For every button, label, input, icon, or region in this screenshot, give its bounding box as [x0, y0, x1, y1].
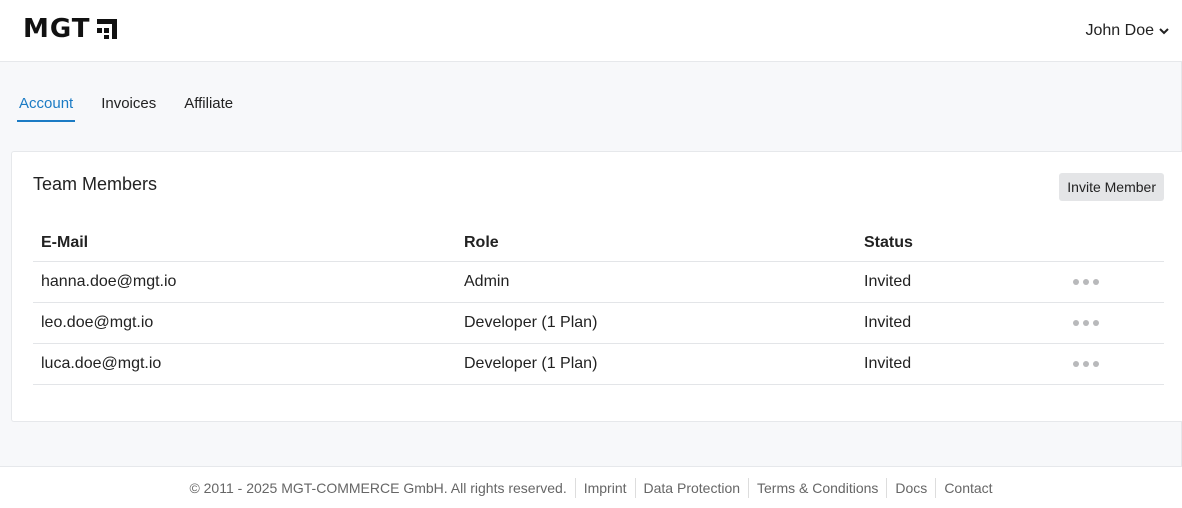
- footer-link-data-protection[interactable]: Data Protection: [644, 480, 741, 496]
- cell-status: Invited: [864, 314, 912, 331]
- logo-text: MGT: [23, 14, 91, 44]
- footer-divider: [574, 477, 576, 498]
- column-header-status[interactable]: Status: [864, 234, 1064, 252]
- cell-status: Invited: [864, 355, 912, 372]
- tab-affiliate[interactable]: Affiliate: [182, 88, 235, 122]
- footer-link-docs[interactable]: Docs: [895, 480, 927, 496]
- team-table: E-Mail Role Status hanna.doe@mgt.io Admi…: [33, 224, 1164, 385]
- table-header-row: E-Mail Role Status: [33, 224, 1164, 262]
- chevron-down-icon: [1159, 28, 1169, 35]
- footer-divider: [748, 477, 750, 498]
- invite-member-button[interactable]: Invite Member: [1059, 173, 1164, 201]
- more-options-icon[interactable]: [1073, 361, 1099, 367]
- table-row: hanna.doe@mgt.io Admin Invited: [33, 262, 1164, 303]
- cell-status: Invited: [864, 273, 912, 290]
- account-tabs: Account Invoices Affiliate: [17, 88, 259, 122]
- table-row: leo.doe@mgt.io Developer (1 Plan) Invite…: [33, 303, 1164, 344]
- footer-divider: [935, 477, 937, 498]
- user-name: John Doe: [1085, 22, 1155, 39]
- cell-role: Admin: [464, 273, 510, 290]
- footer-link-imprint[interactable]: Imprint: [584, 480, 627, 496]
- page-footer: © 2011 - 2025 MGT-COMMERCE GmbH. All rig…: [0, 466, 1182, 508]
- column-header-email[interactable]: E-Mail: [33, 234, 464, 252]
- footer-link-terms[interactable]: Terms & Conditions: [757, 480, 878, 496]
- copyright-text: © 2011 - 2025 MGT-COMMERCE GmbH. All rig…: [189, 479, 567, 496]
- tab-invoices[interactable]: Invoices: [99, 88, 158, 122]
- footer-divider: [634, 477, 636, 498]
- logo-mark-icon: [96, 19, 117, 39]
- mgt-logo[interactable]: MGT: [23, 16, 119, 42]
- cell-role: Developer (1 Plan): [464, 314, 598, 331]
- tab-account[interactable]: Account: [17, 88, 76, 122]
- footer-link-contact[interactable]: Contact: [944, 480, 992, 496]
- team-members-card: Team Members Invite Member E-Mail Role S…: [11, 151, 1182, 422]
- column-header-role[interactable]: Role: [464, 234, 864, 252]
- cell-actions: [1064, 361, 1164, 367]
- cell-actions: [1064, 279, 1164, 285]
- table-row: luca.doe@mgt.io Developer (1 Plan) Invit…: [33, 344, 1164, 385]
- more-options-icon[interactable]: [1073, 279, 1099, 285]
- more-options-icon[interactable]: [1073, 320, 1099, 326]
- cell-email: luca.doe@mgt.io: [41, 355, 162, 372]
- top-header: MGT John Doe: [0, 0, 1182, 62]
- cell-email: hanna.doe@mgt.io: [41, 273, 177, 290]
- cell-actions: [1064, 320, 1164, 326]
- footer-divider: [886, 477, 888, 498]
- cell-email: leo.doe@mgt.io: [41, 314, 154, 331]
- cell-role: Developer (1 Plan): [464, 355, 598, 372]
- user-menu[interactable]: John Doe: [1086, 22, 1171, 40]
- card-title: Team Members: [33, 174, 158, 194]
